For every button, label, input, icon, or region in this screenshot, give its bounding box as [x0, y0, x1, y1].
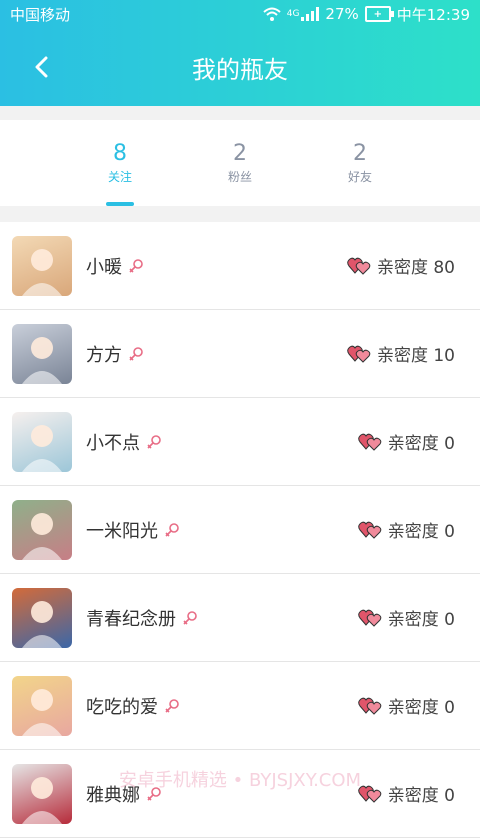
friend-row[interactable]: 方方 亲密度 10	[0, 310, 480, 398]
intimacy-group: 亲密度 0	[358, 781, 455, 806]
friend-name-group: 雅典娜	[86, 781, 162, 807]
friend-name: 青春纪念册	[86, 605, 176, 631]
tab-following[interactable]: 8 关注	[75, 120, 165, 206]
avatar[interactable]	[12, 676, 72, 736]
intimacy-group: 亲密度 10	[347, 341, 455, 366]
double-heart-icon	[358, 696, 382, 716]
female-icon	[164, 698, 180, 714]
female-icon	[182, 610, 198, 626]
double-heart-icon	[358, 608, 382, 628]
wifi-icon	[263, 7, 281, 21]
avatar[interactable]	[12, 764, 72, 824]
female-icon	[128, 258, 144, 274]
friend-list: 小暖 亲密度 80 方方	[0, 222, 480, 838]
intimacy-group: 亲密度 0	[358, 605, 455, 630]
female-icon	[146, 786, 162, 802]
friend-row[interactable]: 一米阳光 亲密度 0	[0, 486, 480, 574]
tab-bar: 8 关注 2 粉丝 2 好友	[0, 120, 480, 206]
friend-name: 一米阳光	[86, 517, 158, 543]
page-title: 我的瓶友	[192, 50, 288, 85]
avatar[interactable]	[12, 236, 72, 296]
friend-name: 方方	[86, 341, 122, 367]
friend-row[interactable]: 青春纪念册 亲密度 0	[0, 574, 480, 662]
intimacy-value: 亲密度 10	[377, 341, 455, 366]
intimacy-value: 亲密度 0	[388, 429, 455, 454]
avatar[interactable]	[12, 324, 72, 384]
signal-icon	[301, 7, 319, 21]
friend-name-group: 青春纪念册	[86, 605, 198, 631]
double-heart-icon	[358, 432, 382, 452]
tab-friends[interactable]: 2 好友	[315, 120, 405, 206]
double-heart-icon	[347, 344, 371, 364]
friend-row[interactable]: 小暖 亲密度 80	[0, 222, 480, 310]
network-type-label: 4G	[287, 9, 300, 19]
intimacy-value: 亲密度 0	[388, 693, 455, 718]
friend-name: 小不点	[86, 429, 140, 455]
chevron-left-icon	[33, 56, 49, 78]
intimacy-value: 亲密度 0	[388, 605, 455, 630]
status-bar: 中国移动 4G 27% + 中午12:39	[0, 0, 480, 28]
friend-name: 雅典娜	[86, 781, 140, 807]
friend-name-group: 方方	[86, 341, 144, 367]
intimacy-value: 亲密度 0	[388, 517, 455, 542]
avatar-portrait-icon	[12, 236, 72, 296]
intimacy-group: 亲密度 0	[358, 693, 455, 718]
avatar-portrait-icon	[12, 676, 72, 736]
intimacy-group: 亲密度 0	[358, 429, 455, 454]
tab-count: 8	[113, 141, 127, 166]
avatar-portrait-icon	[12, 412, 72, 472]
tab-count: 2	[353, 141, 367, 166]
intimacy-group: 亲密度 80	[347, 253, 455, 278]
avatar-portrait-icon	[12, 324, 72, 384]
battery-icon: +	[365, 6, 391, 22]
avatar-portrait-icon	[12, 588, 72, 648]
friend-name-group: 一米阳光	[86, 517, 180, 543]
title-bar: 我的瓶友	[0, 28, 480, 106]
tab-label: 好友	[348, 168, 372, 185]
friend-row[interactable]: 雅典娜 亲密度 0	[0, 750, 480, 838]
back-button[interactable]	[26, 52, 56, 82]
carrier-label: 中国移动	[10, 4, 70, 25]
tab-label: 关注	[108, 168, 132, 185]
intimacy-value: 亲密度 0	[388, 781, 455, 806]
double-heart-icon	[358, 784, 382, 804]
intimacy-value: 亲密度 80	[377, 253, 455, 278]
female-icon	[146, 434, 162, 450]
friend-name-group: 小不点	[86, 429, 162, 455]
tab-count: 2	[233, 141, 247, 166]
friend-row[interactable]: 吃吃的爱 亲密度 0	[0, 662, 480, 750]
friend-name-group: 小暖	[86, 253, 144, 279]
friend-name: 吃吃的爱	[86, 693, 158, 719]
female-icon	[164, 522, 180, 538]
avatar[interactable]	[12, 412, 72, 472]
intimacy-group: 亲密度 0	[358, 517, 455, 542]
battery-percent: 27%	[325, 5, 358, 23]
avatar[interactable]	[12, 500, 72, 560]
friend-name-group: 吃吃的爱	[86, 693, 180, 719]
tab-label: 粉丝	[228, 168, 252, 185]
tab-active-indicator	[106, 202, 134, 206]
status-icons: 4G 27% + 中午12:39	[263, 4, 470, 25]
avatar-portrait-icon	[12, 500, 72, 560]
clock: 中午12:39	[397, 4, 470, 25]
avatar[interactable]	[12, 588, 72, 648]
friend-row[interactable]: 小不点 亲密度 0	[0, 398, 480, 486]
avatar-portrait-icon	[12, 764, 72, 824]
friend-name: 小暖	[86, 253, 122, 279]
female-icon	[128, 346, 144, 362]
double-heart-icon	[358, 520, 382, 540]
double-heart-icon	[347, 256, 371, 276]
tab-fans[interactable]: 2 粉丝	[195, 120, 285, 206]
